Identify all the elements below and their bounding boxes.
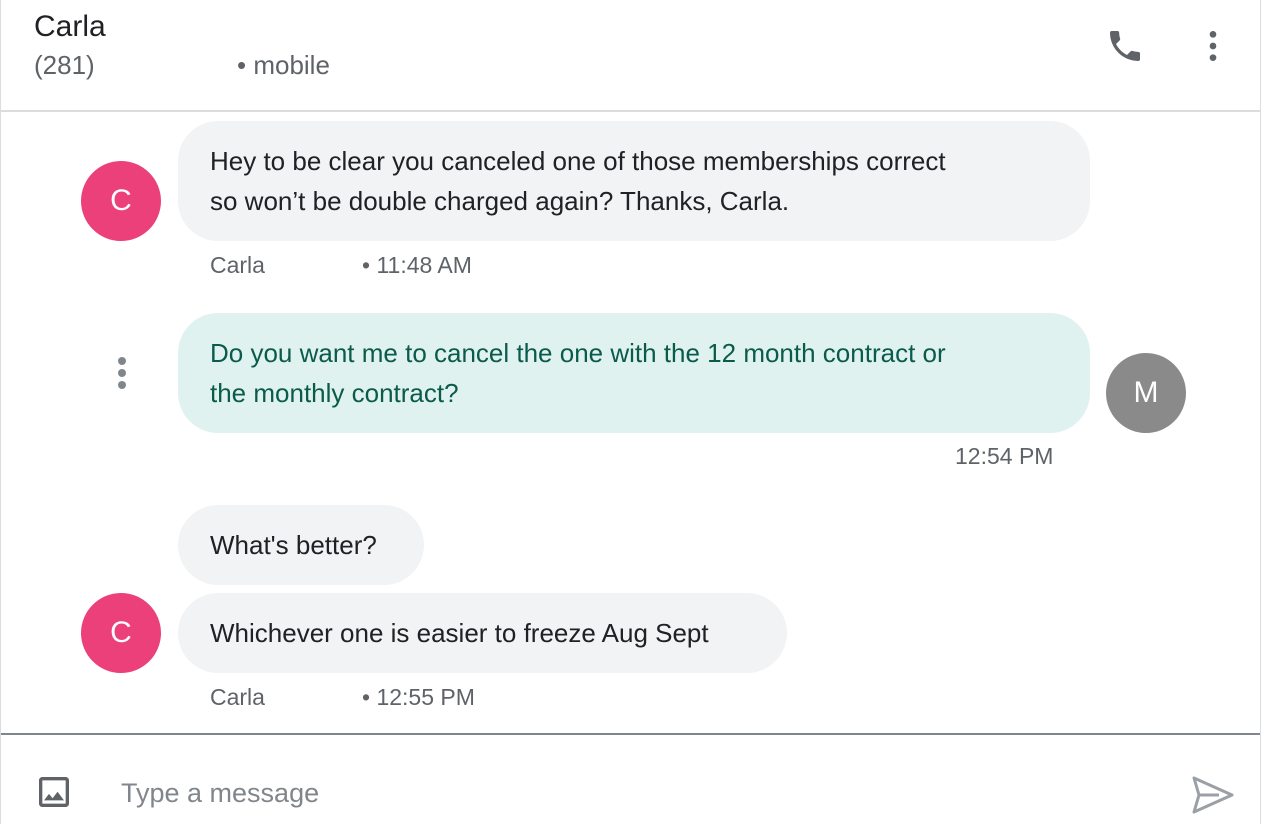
contact-name: Carla (34, 10, 106, 43)
message-options-button[interactable] (110, 351, 134, 395)
avatar-initial: C (110, 616, 132, 649)
image-icon (39, 777, 69, 807)
message-text-line: What's better? (210, 530, 377, 560)
contact-number: (281) (34, 50, 95, 80)
avatar: C (81, 161, 161, 241)
avatar-initial: C (110, 184, 132, 217)
message-bubble-outgoing[interactable]: Do you want me to cancel the one with th… (178, 313, 1090, 433)
more-options-button[interactable] (1191, 24, 1235, 68)
avatar-initial: M (1133, 376, 1159, 409)
message-text-line: the monthly contract? (210, 378, 459, 408)
conversation-header: Carla (281) • mobile (1, 0, 1260, 112)
message-bubble-incoming[interactable]: Whichever one is easier to freeze Aug Se… (178, 593, 787, 673)
message-bubble-incoming[interactable]: Hey to be clear you canceled one of thos… (178, 121, 1090, 241)
avatar: M (1106, 353, 1186, 433)
message-sender: Carla (210, 252, 265, 278)
message-timestamp: • 11:48 AM (362, 252, 472, 278)
send-button[interactable] (1189, 773, 1237, 817)
phone-icon (1110, 31, 1140, 61)
message-text-line: Hey to be clear you canceled one of thos… (210, 146, 946, 176)
conversation-window: Carla (281) • mobile C Hey to be clear y… (0, 0, 1261, 824)
contact-number-type: • mobile (237, 50, 330, 80)
message-text-line: so won’t be double charged again? Thanks… (210, 186, 790, 216)
message-text-line: Do you want me to cancel the one with th… (210, 338, 946, 368)
message-sender: Carla (210, 684, 265, 710)
send-icon (1192, 776, 1234, 814)
more-vert-icon (1209, 31, 1217, 61)
message-input[interactable] (121, 769, 1161, 817)
attach-image-button[interactable] (33, 771, 75, 813)
call-button[interactable] (1103, 24, 1147, 68)
message-text-line: Whichever one is easier to freeze Aug Se… (210, 618, 709, 648)
more-vert-icon (118, 357, 126, 389)
avatar: C (81, 593, 161, 673)
message-timestamp: • 12:55 PM (362, 684, 475, 710)
message-bubble-incoming[interactable]: What's better? (178, 505, 424, 585)
compose-bar (1, 733, 1260, 824)
message-timestamp: 12:54 PM (955, 443, 1054, 469)
